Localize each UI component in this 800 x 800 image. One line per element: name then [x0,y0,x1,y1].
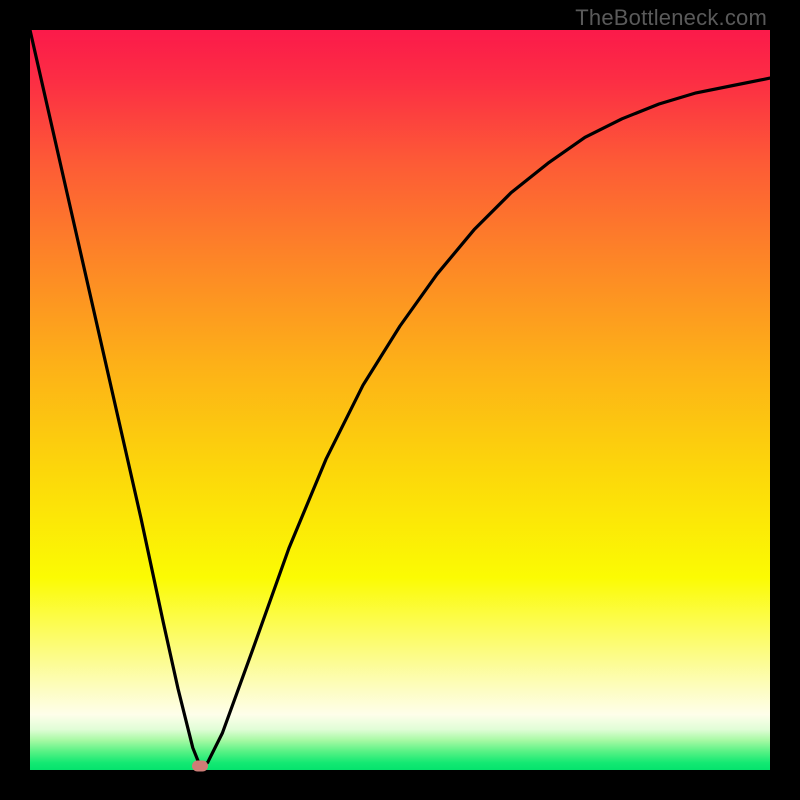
plot-area [30,30,770,770]
optimal-point-marker [192,761,208,772]
watermark-text: TheBottleneck.com [575,5,767,31]
bottleneck-curve [30,30,770,770]
